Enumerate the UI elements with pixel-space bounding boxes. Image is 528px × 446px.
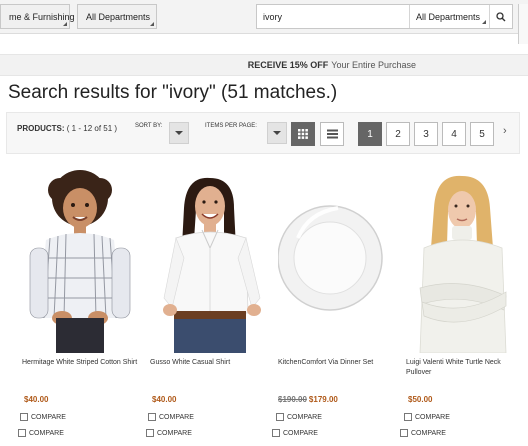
compare-label: COMPARE [415, 413, 450, 421]
items-per-page-label: ITEMS PER PAGE: [205, 123, 257, 129]
compare-checkbox[interactable]: COMPARE [400, 429, 446, 437]
products-count: PRODUCTS: ( 1 - 12 of 51 ) [17, 124, 117, 133]
checkbox-icon [276, 413, 284, 421]
list-view-icon [326, 129, 338, 139]
search-category-select[interactable]: All Departments [409, 5, 489, 28]
checkbox-icon [146, 429, 154, 437]
product-image[interactable] [406, 168, 522, 353]
checkbox-icon [272, 429, 280, 437]
page-1-button[interactable]: 1 [358, 122, 382, 146]
checkbox-icon [148, 413, 156, 421]
grid-view-icon [298, 129, 308, 139]
home-furnishing-tab[interactable]: me & Furnishing [0, 4, 75, 29]
corner-icon [150, 22, 154, 26]
page-3-button[interactable]: 3 [414, 122, 438, 146]
search-bar: All Departments [256, 4, 513, 29]
compare-checkbox[interactable]: COMPARE [148, 413, 194, 421]
chevron-down-icon [273, 131, 281, 135]
products-label: PRODUCTS: [17, 124, 65, 133]
promo-bold-text: RECEIVE 15% OFF [247, 60, 329, 70]
chevron-down-icon [175, 131, 183, 135]
compare-checkbox[interactable]: COMPARE [146, 429, 192, 437]
promo-banner: RECEIVE 15% OFF Your Entire Purchase [0, 54, 528, 76]
product-price: $40.00 [150, 395, 176, 404]
home-furnishing-label: me & Furnishing [9, 11, 75, 22]
page-2-button[interactable]: 2 [386, 122, 410, 146]
current-price: $50.00 [408, 395, 433, 404]
compare-label: COMPARE [157, 429, 192, 437]
top-navigation-bar: me & Furnishing All Departments All Depa… [0, 0, 528, 44]
page-title: Search results for "ivory" (51 matches.) [8, 82, 338, 103]
next-page-icon[interactable]: › [503, 125, 507, 137]
product-name[interactable]: Gusso White Casual Shirt [150, 358, 266, 368]
search-category-label: All Departments [416, 11, 481, 22]
current-price: $40.00 [152, 395, 177, 404]
compare-label: COMPARE [411, 429, 446, 437]
compare-checkbox[interactable]: COMPARE [20, 413, 66, 421]
all-departments-label: All Departments [86, 11, 151, 22]
compare-label: COMPARE [287, 413, 322, 421]
page-4-button[interactable]: 4 [442, 122, 466, 146]
corner-icon [63, 22, 67, 26]
product-price: $40.00 [22, 395, 48, 404]
all-departments-tab[interactable]: All Departments [77, 4, 157, 29]
compare-checkbox[interactable]: COMPARE [272, 429, 318, 437]
compare-label: COMPARE [159, 413, 194, 421]
sort-by-dropdown[interactable] [169, 122, 189, 144]
products-range: ( 1 - 12 of 51 ) [66, 124, 118, 133]
chevron-down-icon [482, 20, 486, 24]
product-name[interactable]: Hermitage White Striped Cotton Shirt [22, 358, 138, 368]
checkbox-icon [18, 429, 26, 437]
compare-label: COMPARE [29, 429, 64, 437]
search-input[interactable] [257, 5, 409, 28]
search-icon [496, 11, 506, 21]
current-price: $40.00 [24, 395, 49, 404]
checkbox-icon [404, 413, 412, 421]
product-price: $50.00 [406, 395, 432, 404]
compare-checkbox[interactable]: COMPARE [276, 413, 322, 421]
compare-label: COMPARE [31, 413, 66, 421]
product-image[interactable] [150, 168, 266, 353]
old-price: $190.00 [278, 395, 307, 404]
compare-checkbox[interactable]: COMPARE [404, 413, 450, 421]
product-name[interactable]: KitchenComfort Via Dinner Set [278, 358, 394, 368]
checkbox-icon [400, 429, 408, 437]
checkbox-icon [20, 413, 28, 421]
current-price: $179.00 [308, 395, 338, 404]
items-per-page-dropdown[interactable] [267, 122, 287, 144]
list-view-button[interactable] [320, 122, 344, 146]
promo-text: Your Entire Purchase [331, 60, 416, 70]
grid-view-button[interactable] [291, 122, 315, 146]
compare-checkbox[interactable]: COMPARE [18, 429, 64, 437]
product-image[interactable] [278, 168, 394, 353]
page-5-button[interactable]: 5 [470, 122, 494, 146]
scrollbar[interactable] [518, 4, 528, 44]
product-name[interactable]: Luigi Valenti White Turtle Neck Pullover [406, 358, 522, 378]
results-toolbar: PRODUCTS: ( 1 - 12 of 51 ) SORT BY: ITEM… [6, 112, 520, 154]
product-price: $190.00 $179.00 [278, 395, 338, 404]
compare-label: COMPARE [283, 429, 318, 437]
product-image[interactable] [22, 168, 138, 353]
search-button[interactable] [489, 5, 512, 28]
sort-by-label: SORT BY: [135, 123, 163, 129]
